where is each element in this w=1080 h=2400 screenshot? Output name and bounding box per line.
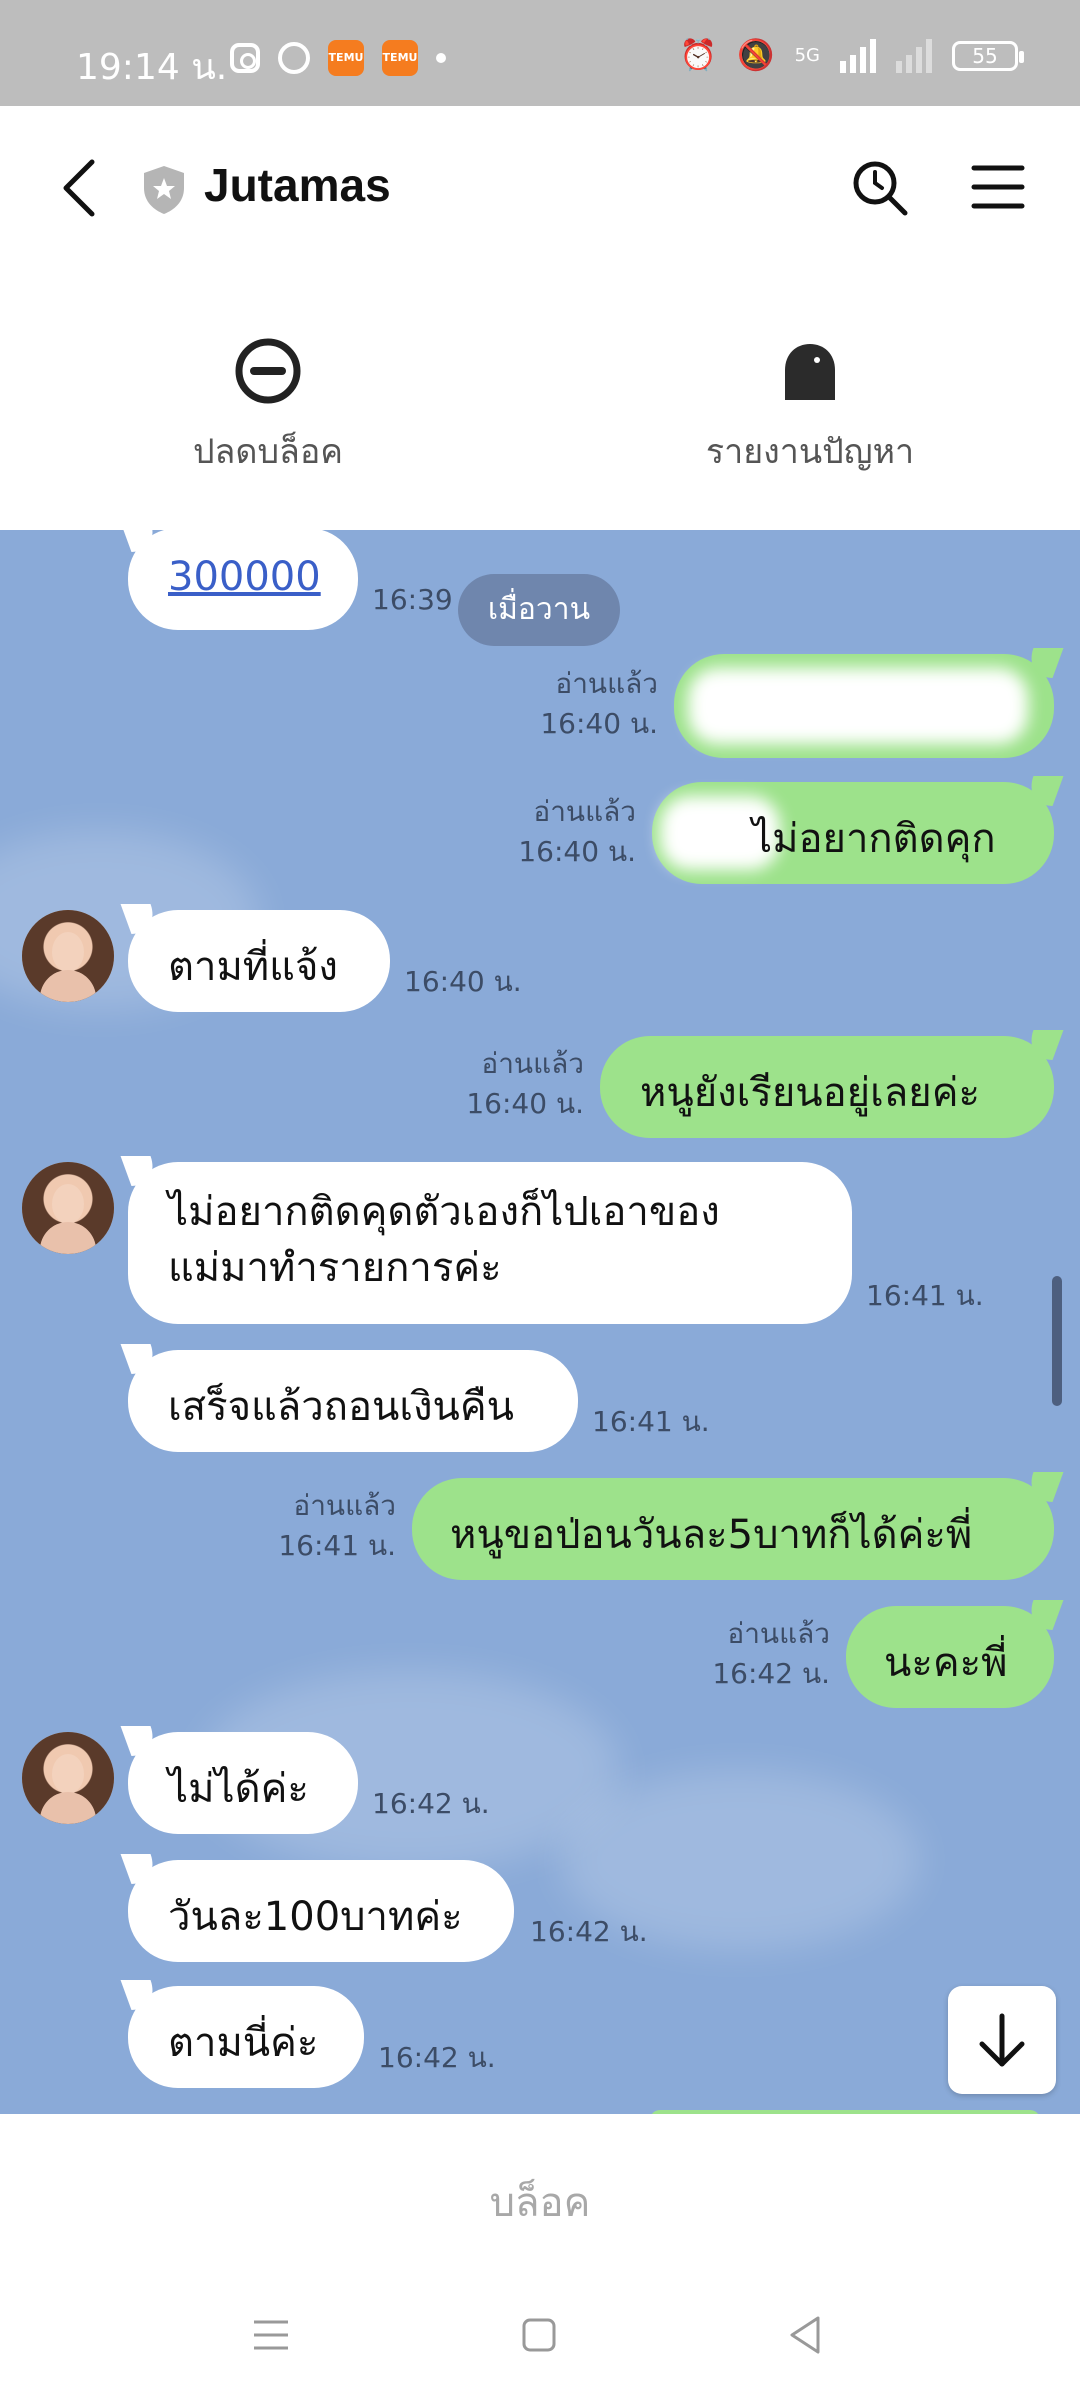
message-bubble-outgoing[interactable] (674, 654, 1054, 758)
shield-star-icon (144, 166, 184, 214)
message-bubble-incoming[interactable]: ไม่อยากติดคุดตัวเองก็ไปเอาของ แม่มาทำราย… (128, 1162, 852, 1324)
read-receipt: อ่านแล้ว (293, 1489, 396, 1522)
hamburger-menu-icon[interactable] (970, 162, 1026, 212)
message-text: วันละ100บาทค่ะ (168, 1894, 463, 1940)
message-text: แม่มาทำรายการค่ะ (168, 1245, 502, 1291)
read-receipt: อ่านแล้ว (533, 795, 636, 828)
message-text: ไม่อยากติดคุดตัวเองก็ไปเอาของ (168, 1189, 720, 1235)
message-bubble-incoming[interactable]: ตามที่แจ้ง (128, 910, 390, 1012)
read-receipt: อ่านแล้ว (727, 1617, 830, 1650)
message-bubble-incoming[interactable]: 300000 (128, 530, 358, 630)
home-icon[interactable] (514, 2310, 564, 2360)
message-bubble-incoming[interactable]: ตามนี่ค่ะ (128, 1986, 364, 2088)
temu-app-icon: TEMU (328, 40, 364, 76)
chat-title: Jutamas (204, 159, 391, 211)
avatar[interactable] (22, 1162, 114, 1254)
chat-header: Jutamas (0, 106, 1080, 276)
blocked-actions-bar: ปลดบล็อค รายงานปัญหา (0, 276, 1080, 530)
message-bubble-incoming[interactable]: ไม่ได้ค่ะ (128, 1732, 358, 1834)
search-history-icon[interactable] (850, 158, 910, 218)
instagram-icon (230, 43, 260, 73)
message-time: 16:42 น. (712, 1657, 830, 1690)
message-text: ไม่อยากติดคุก (752, 816, 996, 862)
scroll-to-bottom-button[interactable] (948, 1986, 1056, 2094)
blocked-footer: บล็อค (0, 2114, 1080, 2282)
message-bubble-outgoing[interactable]: หนูยังเรียนอยู่เลยค่ะ (600, 1036, 1054, 1138)
message-time: 16:41 น. (278, 1529, 396, 1562)
message-meta: อ่านแล้ว 16:42 น. (702, 1614, 830, 1694)
message-meta: อ่านแล้ว 16:41 น. (268, 1486, 396, 1566)
avatar[interactable] (22, 1732, 114, 1824)
signal-strength-icon (840, 38, 876, 73)
message-meta: อ่านแล้ว 16:40 น. (530, 664, 658, 744)
status-time: 19:14 น. (76, 47, 228, 88)
redacted-content (688, 668, 1028, 744)
message-text: ไม่ได้ค่ะ (168, 1766, 309, 1812)
system-navigation-bar (0, 2282, 1080, 2400)
status-bar: 19:14 น. TEMU TEMU ⏰ 🔕 5G 55 (0, 0, 1080, 106)
message-text: ตามนี่ค่ะ (168, 2020, 319, 2066)
network-type-label: 5G (794, 45, 820, 66)
arrow-down-icon (979, 2013, 1025, 2067)
message-bubble-outgoing[interactable]: หนูขอป่อนวันละ5บาทก็ได้ค่ะพี่ (412, 1478, 1054, 1580)
bell-icon (785, 344, 835, 400)
report-button[interactable]: รายงานปัญหา (660, 336, 960, 478)
alarm-icon: ⏰ (679, 38, 718, 73)
message-time: 16:42 น. (530, 1915, 648, 1948)
message-meta: อ่านแล้ว 16:40 น. (456, 1044, 584, 1124)
message-text: เสร็จแล้วถอนเงินคืน (168, 1384, 514, 1430)
chat-messages[interactable]: 300000 16:39 น. เมื่อวาน อ่านแล้ว 16:40 … (0, 530, 1080, 2114)
back-triangle-icon[interactable] (780, 2310, 830, 2360)
signal-strength-sim2-icon (896, 38, 932, 73)
notification-icons: TEMU TEMU (230, 40, 446, 76)
read-receipt: อ่านแล้ว (481, 1047, 584, 1080)
message-bubble-incoming[interactable]: เสร็จแล้วถอนเงินคืน (128, 1350, 578, 1452)
avatar[interactable] (22, 910, 114, 1002)
message-time: 16:40 น. (518, 835, 636, 868)
unblock-label: ปลดบล็อค (192, 432, 344, 472)
more-notifications-dot-icon (436, 53, 446, 63)
message-time: 16:41 น. (592, 1405, 710, 1438)
message-text: นะคะพี่ (884, 1640, 1008, 1686)
scrollbar-thumb[interactable] (1052, 1276, 1062, 1406)
message-text: หนูยังเรียนอยู่เลยค่ะ (640, 1070, 980, 1116)
read-receipt: อ่านแล้ว (555, 667, 658, 700)
message-time: 16:42 น. (378, 2041, 496, 2074)
message-time: 16:41 น. (866, 1279, 984, 1312)
message-text: หนูขอป่อนวันละ5บาทก็ได้ค่ะพี่ (450, 1512, 973, 1558)
message-text: ตามที่แจ้ง (168, 944, 338, 990)
system-icons: ⏰ 🔕 5G 55 (679, 38, 1024, 73)
battery-icon: 55 (952, 40, 1024, 71)
minus-circle-icon (235, 338, 301, 404)
report-label: รายงานปัญหา (705, 432, 915, 472)
date-divider: เมื่อวาน (458, 574, 620, 646)
unblock-button[interactable]: ปลดบล็อค (118, 336, 418, 478)
mute-bell-icon: 🔕 (737, 38, 775, 73)
message-bubble-outgoing[interactable]: นะคะพี่ (846, 1606, 1054, 1708)
messenger-icon (278, 42, 310, 74)
message-link[interactable]: 300000 (168, 554, 321, 600)
message-time: 16:40 น. (404, 965, 522, 998)
message-time: 16:42 น. (372, 1787, 490, 1820)
chevron-left-icon[interactable] (56, 156, 102, 220)
temu-app-icon: TEMU (382, 40, 418, 76)
block-button[interactable]: บล็อค (490, 2170, 591, 2234)
message-meta: อ่านแล้ว 16:40 น. (508, 792, 636, 872)
message-bubble-outgoing[interactable]: ไม่อยากติดคุก (652, 782, 1054, 884)
message-bubble-incoming[interactable]: วันละ100บาทค่ะ (128, 1860, 514, 1962)
message-time: 16:40 น. (540, 707, 658, 740)
message-time: 16:40 น. (466, 1087, 584, 1120)
recent-apps-icon[interactable] (246, 2310, 296, 2360)
